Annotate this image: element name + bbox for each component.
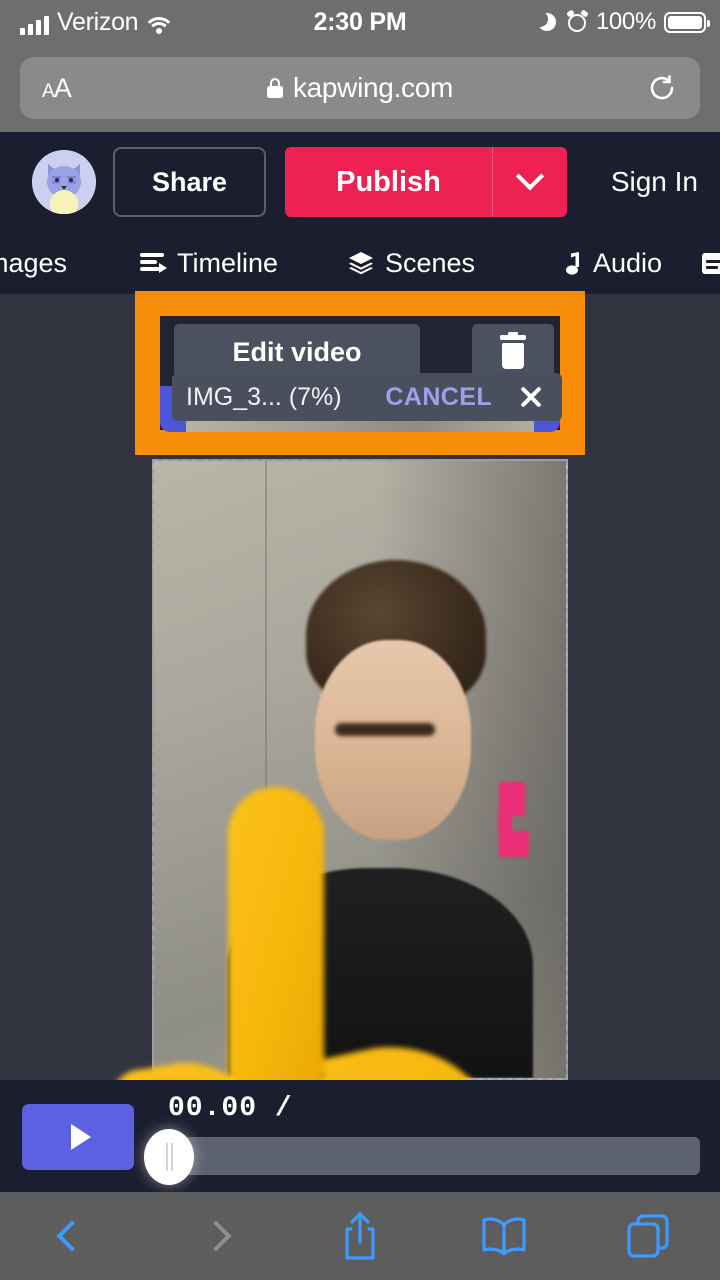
browser-bookmarks-button[interactable] bbox=[468, 1206, 540, 1266]
safari-bottom-toolbar bbox=[0, 1192, 720, 1280]
person-torso bbox=[228, 868, 534, 1078]
video-preview-frame[interactable] bbox=[152, 459, 568, 1080]
tab-timeline-label: Timeline bbox=[177, 247, 279, 278]
safari-url-bar: AAAA kapwing.com bbox=[0, 44, 720, 132]
play-icon bbox=[70, 1124, 91, 1150]
sticky-note bbox=[498, 812, 513, 833]
sticky-note bbox=[498, 781, 525, 816]
browser-tabs-button[interactable] bbox=[612, 1206, 684, 1266]
publish-button[interactable]: Publish bbox=[285, 147, 493, 217]
scrubber-handle[interactable] bbox=[144, 1129, 194, 1185]
person-eyebrow bbox=[335, 723, 436, 737]
edit-video-button[interactable]: Edit video bbox=[174, 324, 420, 380]
chevron-left-icon bbox=[56, 1220, 88, 1252]
browser-back-button[interactable] bbox=[36, 1206, 108, 1266]
share-button[interactable]: Share bbox=[113, 147, 266, 217]
highlight-inner-panel: Edit video IMG_3... (7%) CANCEL bbox=[160, 316, 562, 432]
browser-forward-button[interactable] bbox=[180, 1206, 252, 1266]
status-bar-right: 100% bbox=[538, 8, 710, 36]
sign-in-button[interactable]: Sign In bbox=[611, 166, 698, 198]
tab-scenes[interactable]: Scenes bbox=[348, 248, 475, 279]
subtitles-icon bbox=[702, 252, 720, 274]
delete-clip-button[interactable] bbox=[472, 324, 554, 380]
text-size-button[interactable]: AAAA bbox=[42, 73, 72, 104]
tab-scenes-label: Scenes bbox=[385, 247, 476, 278]
reload-icon[interactable] bbox=[648, 74, 676, 102]
battery-full-icon bbox=[664, 11, 710, 33]
play-button[interactable] bbox=[22, 1104, 134, 1170]
person-face bbox=[314, 639, 471, 840]
trash-icon bbox=[498, 332, 528, 369]
ios-status-bar: Verizon 2:30 PM 100% bbox=[0, 0, 720, 44]
scenes-layers-icon bbox=[348, 251, 374, 275]
cancel-upload-button[interactable]: CANCEL bbox=[385, 383, 492, 412]
upload-progress-snackbar: IMG_3... (7%) CANCEL bbox=[172, 373, 562, 421]
url-pill[interactable]: AAAA kapwing.com bbox=[20, 57, 700, 119]
phone-screen: Verizon 2:30 PM 100% AAAA kapwing.com bbox=[0, 0, 720, 1280]
chevron-right-icon bbox=[200, 1220, 232, 1252]
playback-controls-bar: 00.00 / bbox=[0, 1080, 720, 1192]
timeline-icon bbox=[140, 252, 167, 274]
app-toolbar: Share Publish Sign In bbox=[0, 132, 720, 232]
tab-audio[interactable]: Audio bbox=[564, 248, 662, 279]
editor-nav-tabs: mages Timeline Scenes bbox=[0, 232, 720, 294]
tab-images-label: mages bbox=[0, 247, 68, 278]
time-readout: 00.00 / bbox=[168, 1093, 293, 1124]
door-edge bbox=[265, 461, 268, 819]
audio-note-icon bbox=[564, 251, 582, 275]
upload-status-text: IMG_3... (7%) bbox=[186, 382, 342, 411]
cat-avatar[interactable] bbox=[32, 150, 96, 214]
tabs-icon bbox=[627, 1214, 669, 1258]
tab-images[interactable]: mages bbox=[0, 248, 67, 279]
publish-button-group[interactable]: Publish bbox=[285, 147, 567, 217]
tab-audio-label: Audio bbox=[593, 247, 663, 278]
lock-icon bbox=[266, 78, 283, 98]
tab-subtitles[interactable] bbox=[702, 252, 720, 274]
sticky-note bbox=[498, 831, 529, 858]
tab-timeline[interactable]: Timeline bbox=[140, 248, 278, 279]
do-not-disturb-moon-icon bbox=[538, 12, 559, 32]
battery-percent-label: 100% bbox=[595, 8, 656, 35]
scrubber-track[interactable] bbox=[170, 1137, 700, 1175]
browser-share-button[interactable] bbox=[324, 1206, 396, 1266]
url-text: kapwing.com bbox=[292, 72, 454, 103]
alarm-clock-icon bbox=[566, 8, 589, 33]
chevron-down-icon[interactable] bbox=[493, 147, 567, 217]
book-icon bbox=[482, 1217, 526, 1256]
orange-highlight-annotation: Edit video IMG_3... (7%) CANCEL bbox=[135, 291, 585, 455]
close-x-icon[interactable] bbox=[518, 384, 544, 410]
url-center[interactable]: kapwing.com bbox=[20, 72, 700, 104]
share-icon bbox=[345, 1212, 375, 1260]
